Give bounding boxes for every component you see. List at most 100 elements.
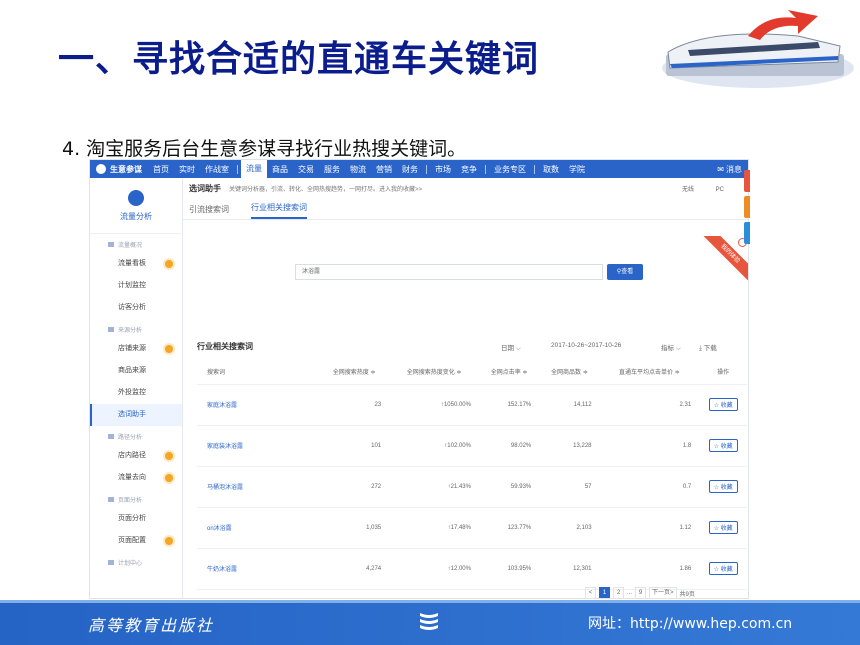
page-ellipsis: ... xyxy=(627,590,633,596)
col-avg-cpc[interactable]: 直通车平均点击单价 ≑ xyxy=(599,360,700,385)
date-select[interactable]: 日期 ⌵ xyxy=(501,342,521,353)
tab-traffic-keywords[interactable]: 引流搜索词 xyxy=(189,204,229,219)
sun-icon xyxy=(165,474,173,482)
cell-ctr: 59.93% xyxy=(478,466,540,508)
experience-ribbon[interactable]: 我的体验 xyxy=(700,236,748,286)
nav-item-service[interactable]: 服务 xyxy=(319,164,345,175)
nav-item-marketing[interactable]: 营销 xyxy=(371,164,397,175)
col-ctr[interactable]: 全网点击率 ≑ xyxy=(478,360,540,385)
sidebar-item-label: 访客分析 xyxy=(118,304,146,311)
keyword-link[interactable]: 马桶泡沐浴露 xyxy=(207,485,243,491)
nav-item-trade[interactable]: 交易 xyxy=(293,164,319,175)
sidebar-item-plan-monitor[interactable]: 计划监控 xyxy=(90,275,182,297)
cell-heat: 1,035 xyxy=(319,507,390,549)
sidebar-item-traffic-board[interactable]: 流量看板 xyxy=(90,253,182,275)
brand[interactable]: 生意参谋 xyxy=(90,164,148,175)
sidebar-item-page-config[interactable]: 页面配置 xyxy=(90,530,182,552)
cell-ctr: 152.17% xyxy=(478,384,540,426)
search-input[interactable]: 沐浴露 xyxy=(295,264,603,280)
keyword-link[interactable]: 牛奶沐浴露 xyxy=(207,567,237,573)
side-float-button[interactable] xyxy=(744,222,750,244)
date-range[interactable]: 2017-10-26~2017-10-26 xyxy=(551,342,621,349)
sidebar-item-keyword-helper[interactable]: 选词助手 xyxy=(90,404,182,426)
nav-divider xyxy=(237,164,238,174)
sidebar-item-shop-source[interactable]: 店铺来源 xyxy=(90,338,182,360)
col-search-heat[interactable]: 全网搜索热度 ≑ xyxy=(319,360,390,385)
brand-logo-icon xyxy=(96,164,106,174)
nav-item-academy[interactable]: 学院 xyxy=(564,164,590,175)
nav-item-business[interactable]: 业务专区 xyxy=(489,164,531,175)
pagination: < 1 2 ... 9 下一页> 共9页 xyxy=(585,587,695,598)
page-button[interactable]: 1 xyxy=(599,587,610,598)
device-switch: 无线 PC xyxy=(662,184,748,193)
sidebar-item-external-monitor[interactable]: 外投监控 xyxy=(90,382,182,404)
download-label: 下载 xyxy=(703,345,717,352)
col-goods-count[interactable]: 全网商品数 ≑ xyxy=(539,360,600,385)
nav-item-warroom[interactable]: 作战室 xyxy=(200,164,234,175)
sidebar-group-title: 页面分析 xyxy=(118,498,143,504)
nav-item-data[interactable]: 取数 xyxy=(538,164,564,175)
page-button[interactable]: 2 xyxy=(613,587,624,598)
main-panel: 选词助手 关键词分析器，引流、转化、全网热搜趋势，一网打尽。进入我的收藏>> 无… xyxy=(183,178,748,598)
table-header-row: 搜索词 全网搜索热度 ≑ 全网搜索热度变化 ≑ 全网点击率 ≑ 全网商品数 ≑ … xyxy=(197,360,747,385)
nav-item-goods[interactable]: 商品 xyxy=(267,164,293,175)
cell-cpc: 1.86 xyxy=(599,548,700,590)
sidebar-item-label: 外投监控 xyxy=(118,389,146,396)
device-wireless-link[interactable]: 无线 xyxy=(682,187,694,193)
sidebar-item-shop-path[interactable]: 店内路径 xyxy=(90,445,182,467)
cell-cpc: 1.8 xyxy=(599,425,700,467)
favorite-button[interactable]: ☆ 收藏 xyxy=(708,562,738,575)
device-pc-link[interactable]: PC xyxy=(716,187,724,193)
nav-divider xyxy=(534,164,535,174)
nav-item-market[interactable]: 市场 xyxy=(430,164,456,175)
nav-item-logistics[interactable]: 物流 xyxy=(345,164,371,175)
nav-item-home[interactable]: 首页 xyxy=(148,164,174,175)
favorite-button[interactable]: ☆ 收藏 xyxy=(708,398,738,411)
page-button[interactable]: 9 xyxy=(635,587,647,598)
table-row: 马桶泡沐浴露 272 ↑21.43% 59.93% 57 0.7 ☆ 收藏 xyxy=(197,466,747,508)
cell-change: 17.48% xyxy=(450,524,471,531)
cell-goods: 57 xyxy=(539,466,600,508)
section-title: 行业相关搜索词 xyxy=(197,342,253,351)
favorite-button[interactable]: ☆ 收藏 xyxy=(708,521,738,534)
download-icon: ⤓ xyxy=(699,345,702,352)
favorite-button[interactable]: ☆ 收藏 xyxy=(708,439,738,452)
date-label: 日期 xyxy=(501,345,514,352)
table-row: 家庭沐浴露 23 ↑1050.00% 152.17% 14,112 2.31 ☆… xyxy=(197,384,747,426)
metric-select[interactable]: 指标 ⌵ xyxy=(661,342,681,353)
folder-icon xyxy=(108,327,114,332)
prev-page-button[interactable]: < xyxy=(585,587,596,598)
nav-item-traffic[interactable]: 流量 xyxy=(241,160,267,178)
top-nav: 生意参谋 首页 实时 作战室 流量 商品 交易 服务 物流 营销 财务 市场 竞… xyxy=(90,160,748,178)
star-icon: ☆ xyxy=(713,485,719,491)
favorite-button[interactable]: ☆ 收藏 xyxy=(708,480,738,493)
brand-label: 生意参谋 xyxy=(110,164,142,174)
sidebar-item-visitor-analysis[interactable]: 访客分析 xyxy=(90,297,182,319)
sidebar-item-label: 选词助手 xyxy=(118,411,146,418)
keyword-link[interactable]: 家庭装沐浴露 xyxy=(207,444,243,450)
side-float-button[interactable] xyxy=(744,170,750,192)
keyword-link[interactable]: 家庭沐浴露 xyxy=(207,403,237,409)
sun-icon xyxy=(165,452,173,460)
next-page-button[interactable]: 下一页> xyxy=(649,587,677,598)
nav-item-realtime[interactable]: 实时 xyxy=(174,164,200,175)
sidebar-item-traffic-destination[interactable]: 流量去向 xyxy=(90,467,182,489)
tab-industry-keywords[interactable]: 行业相关搜索词 xyxy=(251,202,307,219)
search-button[interactable]: ⚲查看 xyxy=(607,264,643,280)
cell-goods: 12,301 xyxy=(539,548,600,590)
keyword-link[interactable]: on沐浴露 xyxy=(207,526,232,532)
sidebar-group: 流量概况 xyxy=(90,234,182,253)
sidebar-item-page-analysis[interactable]: 页面分析 xyxy=(90,508,182,530)
nav-item-finance[interactable]: 财务 xyxy=(397,164,423,175)
sidebar-item-label: 计划监控 xyxy=(118,282,146,289)
sidebar-group: 页面分析 xyxy=(90,489,182,508)
download-button[interactable]: ⤓ 下载 xyxy=(699,342,717,353)
sidebar-item-goods-source[interactable]: 商品来源 xyxy=(90,360,182,382)
cell-cpc: 2.31 xyxy=(599,384,700,426)
nav-item-competition[interactable]: 竞争 xyxy=(456,164,482,175)
side-float-button[interactable] xyxy=(744,196,750,218)
cell-change: 12.00% xyxy=(450,565,471,572)
col-heat-change[interactable]: 全网搜索热度变化 ≑ xyxy=(389,360,479,385)
cell-change: 21.43% xyxy=(450,483,471,490)
publisher-name: 高等教育出版社 xyxy=(88,616,215,635)
